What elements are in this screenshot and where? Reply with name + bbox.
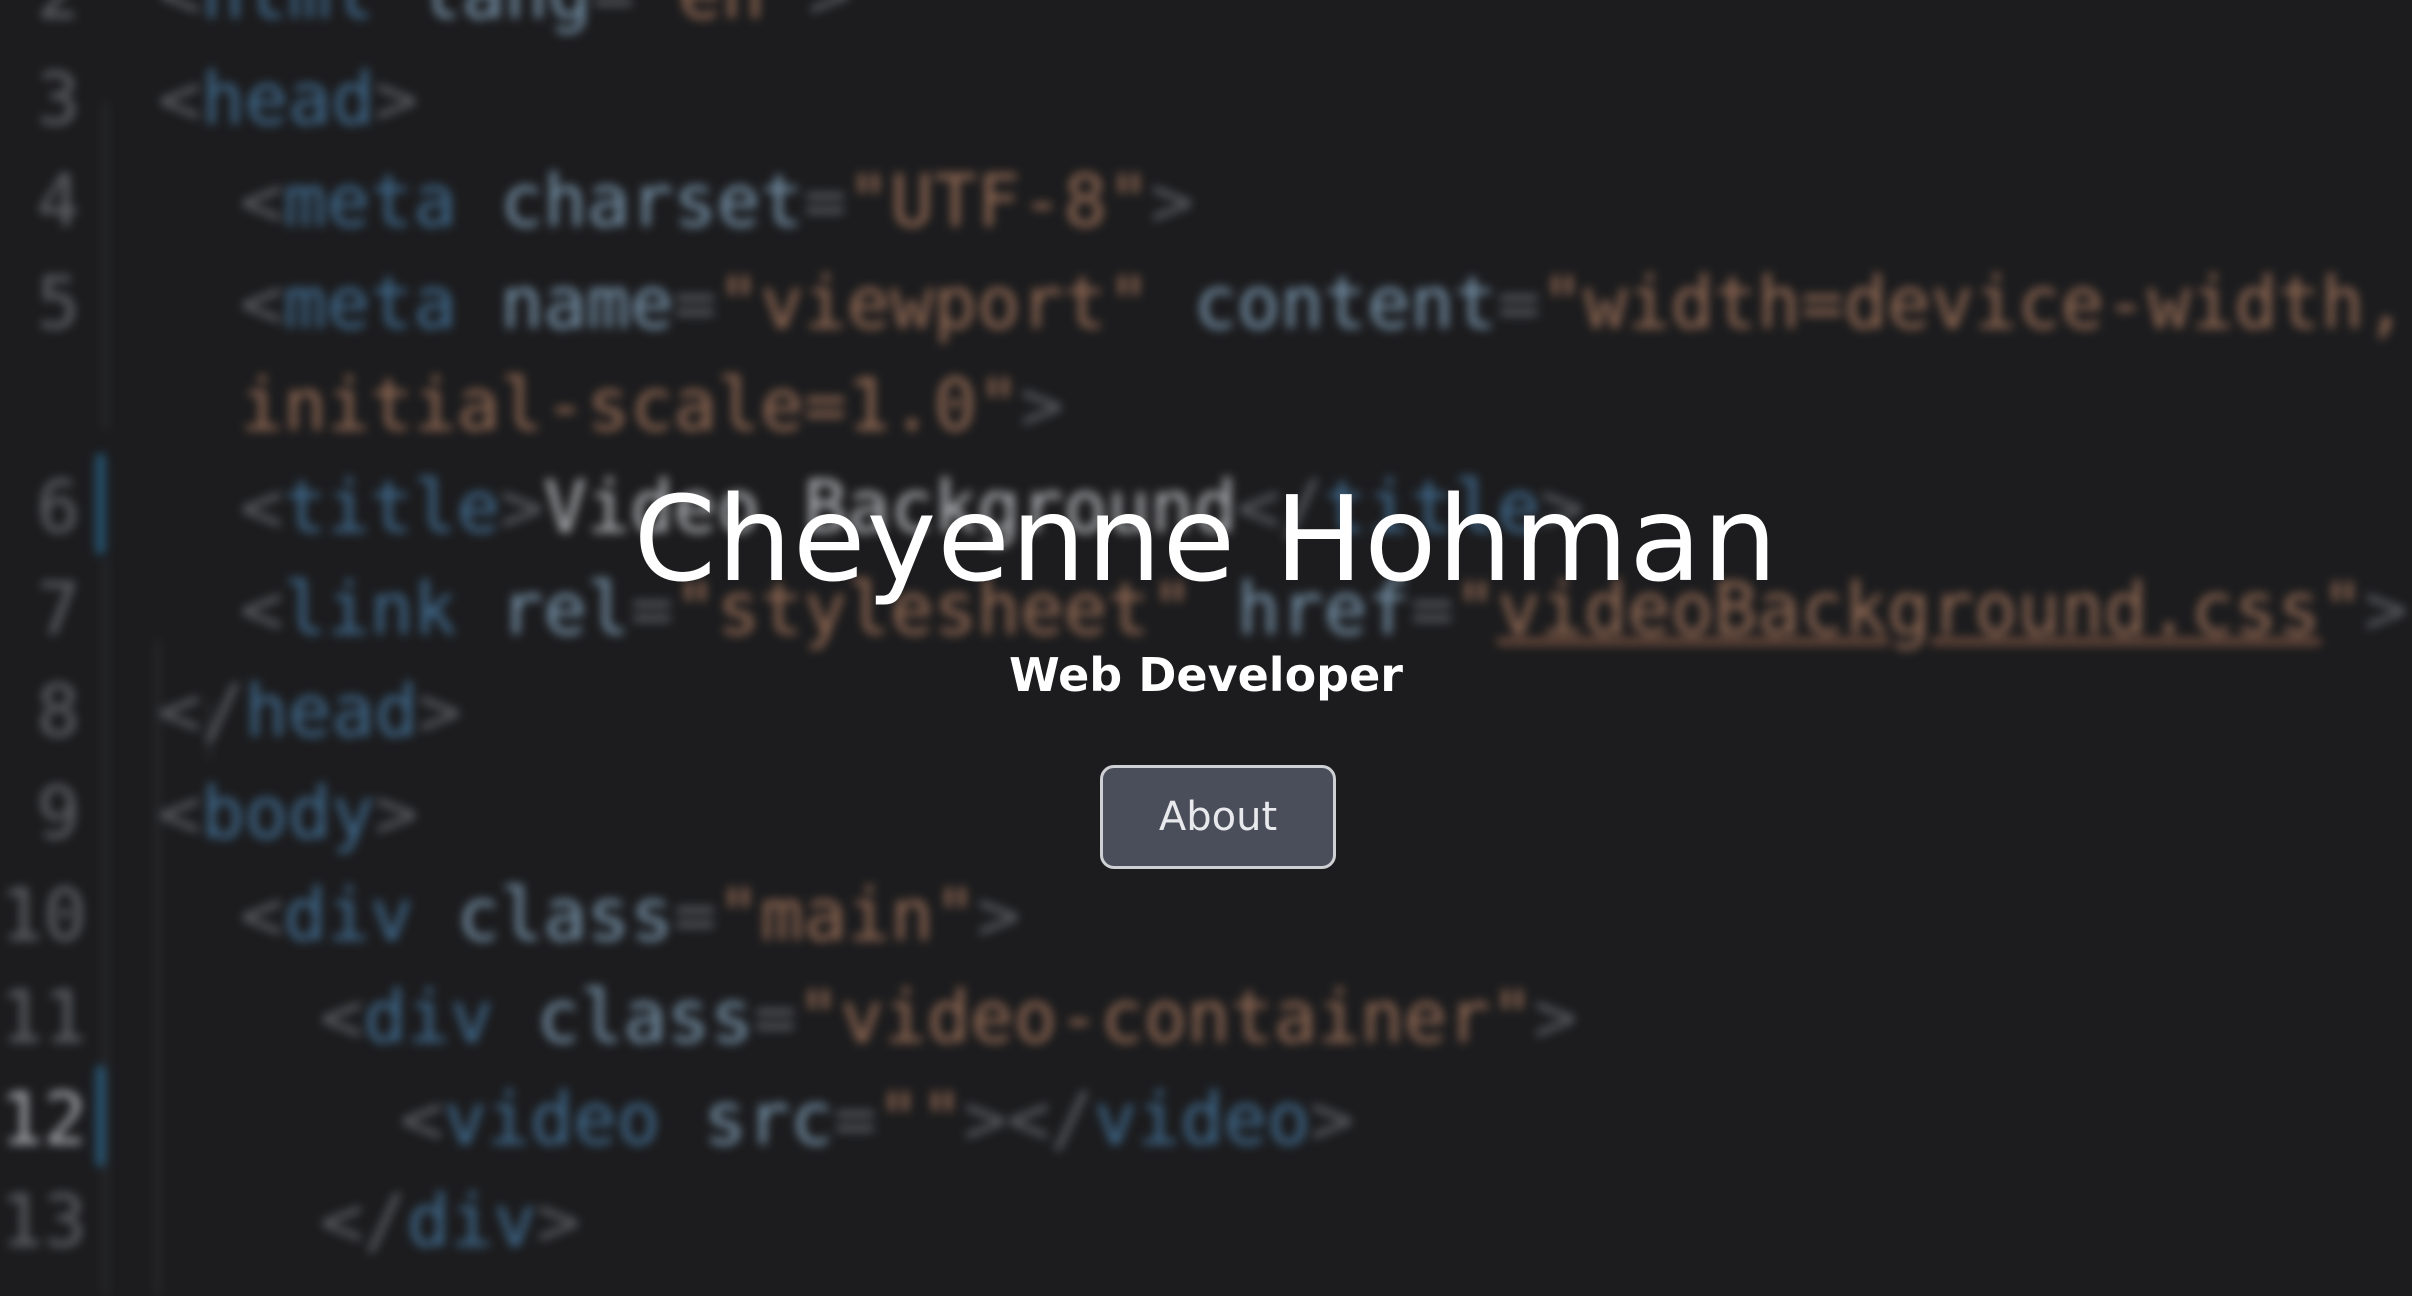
video-background-page: 2<html lang="en">3<head>4<meta charset="… [0,0,2412,1296]
hero-role: Web Developer [1009,648,1403,702]
hero-name: Cheyenne Hohman [633,470,1779,608]
about-button[interactable]: About [1100,765,1336,869]
hero-section: Cheyenne Hohman Web Developer About [0,0,2412,1296]
